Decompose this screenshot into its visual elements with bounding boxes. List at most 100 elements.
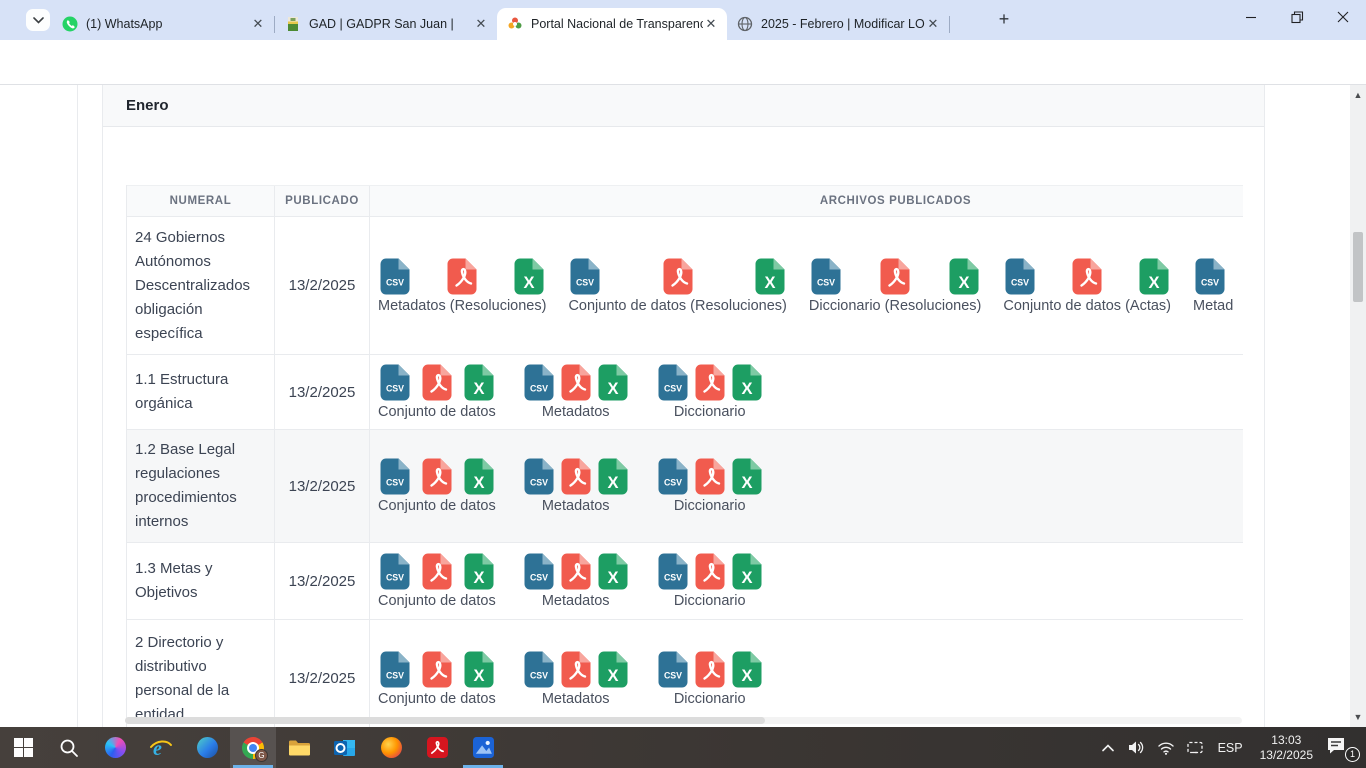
taskbar-copilot-button[interactable] [92,727,138,768]
tab-close-icon[interactable]: ✕ [703,16,719,32]
horizontal-scrollbar[interactable] [125,717,1242,724]
pdf-file-icon[interactable] [422,553,452,590]
tab-search-button[interactable] [26,9,50,31]
csv-file-icon[interactable]: CSV [380,458,410,495]
close-window-button[interactable] [1320,0,1366,34]
taskbar-clock[interactable]: 13:03 13/2/2025 [1256,733,1317,763]
xlsx-file-icon[interactable]: X [732,364,762,401]
wifi-button[interactable] [1156,738,1176,758]
browser-tab-active[interactable]: Portal Nacional de Transparenc✕ [497,8,727,40]
file-download-group[interactable]: CSVXMetadatos [522,364,630,420]
pdf-file-icon[interactable] [1072,258,1102,295]
browser-tab[interactable]: (1) WhatsApp✕ [52,8,274,40]
file-download-group[interactable]: CSVMetad [1193,258,1233,314]
pdf-file-icon[interactable] [422,651,452,688]
scroll-up-icon[interactable]: ▲ [1352,89,1364,101]
pdf-file-icon[interactable] [561,651,591,688]
pdf-file-icon[interactable] [695,458,725,495]
tab-close-icon[interactable]: ✕ [925,16,941,32]
csv-file-icon[interactable]: CSV [1195,258,1225,295]
csv-file-icon[interactable]: CSV [380,651,410,688]
pdf-file-icon[interactable] [422,364,452,401]
pdf-file-icon[interactable] [447,258,477,295]
file-download-group[interactable]: CSVXMetadatos (Resoluciones) [378,258,546,314]
tray-expand-button[interactable] [1098,738,1118,758]
file-download-group[interactable]: CSVXConjunto de datos (Actas) [1003,258,1171,314]
xlsx-file-icon[interactable]: X [732,458,762,495]
language-indicator[interactable]: ESP [1214,741,1247,755]
pdf-file-icon[interactable] [695,364,725,401]
xlsx-file-icon[interactable]: X [755,258,785,295]
file-download-group[interactable]: CSVXDiccionario [656,553,764,609]
file-download-group[interactable]: CSVXMetadatos [522,651,630,707]
taskbar-explorer-button[interactable] [276,727,322,768]
xlsx-file-icon[interactable]: X [1139,258,1169,295]
csv-file-icon[interactable]: CSV [524,364,554,401]
pdf-file-icon[interactable] [663,258,693,295]
file-download-group[interactable]: CSVXConjunto de datos [378,553,496,609]
xlsx-file-icon[interactable]: X [464,553,494,590]
xlsx-file-icon[interactable]: X [732,553,762,590]
xlsx-file-icon[interactable]: X [598,364,628,401]
file-download-group[interactable]: CSVXConjunto de datos (Resoluciones) [568,258,786,314]
taskbar-acrobat-button[interactable] [414,727,460,768]
pdf-file-icon[interactable] [422,458,452,495]
connect-display-button[interactable] [1185,738,1205,758]
csv-file-icon[interactable]: CSV [658,458,688,495]
tab-close-icon[interactable]: ✕ [473,16,489,32]
csv-file-icon[interactable]: CSV [570,258,600,295]
new-tab-button[interactable]: + [995,11,1013,29]
xlsx-file-icon[interactable]: X [464,364,494,401]
pdf-file-icon[interactable] [880,258,910,295]
csv-file-icon[interactable]: CSV [658,553,688,590]
pdf-file-icon[interactable] [695,553,725,590]
pdf-file-icon[interactable] [561,458,591,495]
table-scroll-container[interactable]: NUMERAL PUBLICADO ARCHIVOS PUBLICADOS 24… [126,185,1243,727]
file-download-group[interactable]: CSVXMetadatos [522,553,630,609]
csv-file-icon[interactable]: CSV [524,553,554,590]
csv-file-icon[interactable]: CSV [524,651,554,688]
taskbar-ie-button[interactable]: e [138,727,184,768]
csv-file-icon[interactable]: CSV [524,458,554,495]
xlsx-file-icon[interactable]: X [598,458,628,495]
xlsx-file-icon[interactable]: X [732,651,762,688]
xlsx-file-icon[interactable]: X [464,651,494,688]
scroll-down-icon[interactable]: ▼ [1352,711,1364,723]
xlsx-file-icon[interactable]: X [464,458,494,495]
file-download-group[interactable]: CSVXDiccionario [656,651,764,707]
file-download-group[interactable]: CSVXMetadatos [522,458,630,514]
volume-button[interactable] [1127,738,1147,758]
xlsx-file-icon[interactable]: X [514,258,544,295]
csv-file-icon[interactable]: CSV [658,651,688,688]
file-download-group[interactable]: CSVXConjunto de datos [378,458,496,514]
file-download-group[interactable]: CSVXConjunto de datos [378,364,496,420]
csv-file-icon[interactable]: CSV [658,364,688,401]
taskbar-search-button[interactable] [46,727,92,768]
xlsx-file-icon[interactable]: X [598,553,628,590]
taskbar-start-button[interactable] [0,727,46,768]
csv-file-icon[interactable]: CSV [380,553,410,590]
vertical-scrollbar[interactable]: ▲ ▼ [1350,85,1366,727]
pdf-file-icon[interactable] [695,651,725,688]
browser-tab[interactable]: 2025 - Febrero | Modificar LOTA✕ [727,8,949,40]
csv-file-icon[interactable]: CSV [380,258,410,295]
taskbar-firefox-button[interactable] [368,727,414,768]
csv-file-icon[interactable]: CSV [380,364,410,401]
csv-file-icon[interactable]: CSV [811,258,841,295]
taskbar-edge-button[interactable] [184,727,230,768]
file-download-group[interactable]: CSVXConjunto de datos [378,651,496,707]
file-download-group[interactable]: CSVXDiccionario [656,458,764,514]
xlsx-file-icon[interactable]: X [949,258,979,295]
pdf-file-icon[interactable] [561,553,591,590]
taskbar-chrome-button[interactable]: G [230,727,276,768]
xlsx-file-icon[interactable]: X [598,651,628,688]
tab-close-icon[interactable]: ✕ [250,16,266,32]
taskbar-outlook-button[interactable] [322,727,368,768]
file-download-group[interactable]: CSVXDiccionario [656,364,764,420]
notification-center-button[interactable]: 1 [1326,734,1360,762]
file-download-group[interactable]: CSVXDiccionario (Resoluciones) [809,258,981,314]
vertical-scrollbar-thumb[interactable] [1353,232,1363,302]
taskbar-photos-button[interactable] [460,727,506,768]
browser-tab[interactable]: GAD | GADPR San Juan |✕ [275,8,497,40]
pdf-file-icon[interactable] [561,364,591,401]
